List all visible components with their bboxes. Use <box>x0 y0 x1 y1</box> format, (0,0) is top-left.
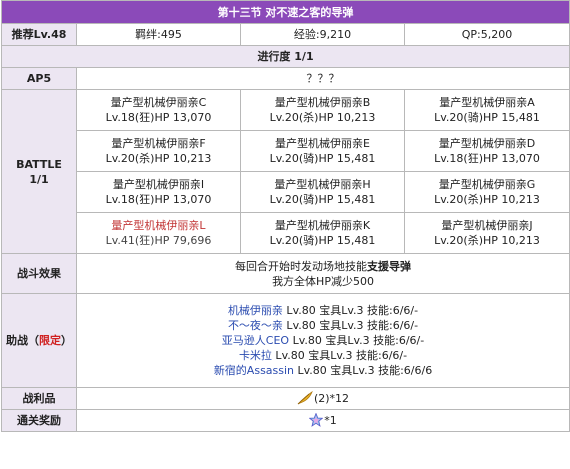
ap-label: AP5 <box>1 67 77 90</box>
reward-text: *1 <box>324 414 337 427</box>
support-servant-link[interactable]: 机械伊丽亲 <box>228 304 283 317</box>
battle-label-line1: BATTLE <box>16 157 62 171</box>
enemy-cell: 量产型机械伊丽亲I Lv.18(狂)HP 13,070 <box>76 171 241 213</box>
info-row: 推荐Lv.48 羁绊:495 经验:9,210 QP:5,200 <box>1 23 570 46</box>
support-item: 新宿的Assassin Lv.80 宝具Lv.3 技能:6/6/6 <box>77 363 569 378</box>
effect-line-1: 每回合开始时发动场地技能支援导弹 <box>77 259 569 274</box>
progress-row: 进行度 1/1 <box>0 45 570 68</box>
enemy-row-2: 量产型机械伊丽亲F Lv.20(杀)HP 10,213 量产型机械伊丽亲E Lv.2… <box>2 130 570 172</box>
enemy-stat: Lv.20(杀)HP 10,213 <box>105 152 212 165</box>
enemy-stat: Lv.20(杀)HP 10,213 <box>434 193 540 206</box>
boss-enemy-name: 量产型机械伊丽亲L <box>111 219 206 232</box>
recommend-level: 推荐Lv.48 <box>1 23 77 46</box>
ap-row: AP5 ？？？ <box>1 67 570 90</box>
enemy-cell: 量产型机械伊丽亲J Lv.20(杀)HP 10,213 <box>403 212 570 254</box>
enemy-cell: 量产型机械伊丽亲D Lv.18(狂)HP 13,070 <box>403 130 570 172</box>
loot-label: 战利品 <box>1 387 77 410</box>
enemy-row-4: 量产型机械伊丽亲L Lv.41(狂)HP 79,696 量产型机械伊丽亲K Lv.2… <box>2 212 570 254</box>
enemy-name: 量产型机械伊丽亲K <box>274 219 371 232</box>
loot-content: (2)*12 <box>75 387 570 410</box>
enemy-cell: 量产型机械伊丽亲C Lv.18(狂)HP 13,070 <box>76 89 241 131</box>
support-item: 亚马逊人CEO Lv.80 宝具Lv.3 技能:6/6/- <box>77 333 569 348</box>
effect-label: 战斗效果 <box>1 253 77 294</box>
progress-label: 进行度 1/1 <box>0 45 570 68</box>
enemy-name: 量产型机械伊丽亲A <box>439 96 535 109</box>
enemy-stat: Lv.20(骑)HP 15,481 <box>269 152 376 165</box>
effect-line-1-text: 每回合开始时发动场地技能 <box>235 259 368 273</box>
reward-label: 通关奖励 <box>1 409 77 432</box>
enemy-row-3: 量产型机械伊丽亲I Lv.18(狂)HP 13,070 量产型机械伊丽亲H Lv.2… <box>2 171 570 213</box>
bond-value: 羁绊:495 <box>76 23 241 46</box>
feather-icon[interactable] <box>297 391 313 405</box>
support-servant-link[interactable]: 亚马逊人CEO <box>222 334 289 347</box>
quest-table: 第十三节 对不速之客的导弹 推荐Lv.48 羁绊:495 经验:9,210 QP… <box>0 0 570 432</box>
enemy-name: 量产型机械伊丽亲D <box>438 137 536 150</box>
saint-quartz-icon[interactable] <box>309 413 324 427</box>
enemy-name: 量产型机械伊丽亲C <box>110 96 207 109</box>
enemy-cell: 量产型机械伊丽亲G Lv.20(杀)HP 10,213 <box>403 171 570 213</box>
effect-line-2: 我方全体HP减少500 <box>272 274 374 288</box>
enemy-name: 量产型机械伊丽亲E <box>275 137 370 150</box>
enemy-name: 量产型机械伊丽亲H <box>274 178 371 191</box>
enemy-name: 量产型机械伊丽亲B <box>274 96 371 109</box>
qp-value: QP:5,200 <box>403 23 570 46</box>
support-item: 机械伊丽亲 Lv.80 宝具Lv.3 技能:6/6/- <box>77 303 569 318</box>
effect-row: 战斗效果 每回合开始时发动场地技能支援导弹 我方全体HP减少500 <box>1 253 570 294</box>
quest-title: 第十三节 对不速之客的导弹 <box>0 0 570 24</box>
boss-enemy-stat: Lv.41(狂)HP 79,696 <box>105 234 212 247</box>
support-label: 助战（限定） <box>1 293 77 388</box>
support-item: 不～夜～亲 Lv.80 宝具Lv.3 技能:6/6/- <box>77 318 569 333</box>
support-servant-link[interactable]: 新宿的Assassin <box>214 364 294 377</box>
enemy-stat: Lv.18(狂)HP 13,070 <box>105 193 212 206</box>
support-servant-link[interactable]: 卡米拉 <box>239 349 272 362</box>
enemy-cell: 量产型机械伊丽亲H Lv.20(骑)HP 15,481 <box>240 171 405 213</box>
enemy-stat: Lv.20(骑)HP 15,481 <box>269 193 376 206</box>
enemy-name: 量产型机械伊丽亲F <box>111 137 206 150</box>
enemy-cell: 量产型机械伊丽亲F Lv.20(杀)HP 10,213 <box>76 130 241 172</box>
enemy-stat: Lv.20(骑)HP 15,481 <box>269 234 376 247</box>
support-detail: Lv.80 宝具Lv.3 技能:6/6/- <box>289 334 425 347</box>
enemy-cell: 量产型机械伊丽亲B Lv.20(杀)HP 10,213 <box>240 89 405 131</box>
enemy-stat: Lv.18(狂)HP 13,070 <box>105 111 212 124</box>
enemy-name: 量产型机械伊丽亲I <box>112 178 205 191</box>
support-label-limited: 限定 <box>39 334 61 347</box>
support-detail: Lv.80 宝具Lv.3 技能:6/6/- <box>271 349 408 362</box>
battle-label-line2: 1/1 <box>29 172 49 186</box>
enemy-stat: Lv.20(杀)HP 10,213 <box>434 234 540 247</box>
boss-enemy-cell: 量产型机械伊丽亲L Lv.41(狂)HP 79,696 <box>76 212 241 254</box>
enemy-row-1: BATTLE 1/1 量产型机械伊丽亲C Lv.18(狂)HP 13,070 量产… <box>1 89 570 254</box>
support-row: 助战（限定） 机械伊丽亲 Lv.80 宝具Lv.3 技能:6/6/- 不～夜～亲… <box>1 293 570 388</box>
enemy-stat: Lv.18(狂)HP 13,070 <box>434 152 540 165</box>
support-detail: Lv.80 宝具Lv.3 技能:6/6/6 <box>294 364 433 377</box>
effect-skill-name: 支援导弹 <box>367 259 412 273</box>
enemy-cell: 量产型机械伊丽亲A Lv.20(骑)HP 15,481 <box>403 89 570 131</box>
support-servant-link[interactable]: 不～夜～亲 <box>228 319 283 332</box>
support-detail: Lv.80 宝具Lv.3 技能:6/6/- <box>282 319 419 332</box>
battle-label: BATTLE 1/1 <box>1 89 77 254</box>
loot-text: (2)*12 <box>313 392 350 405</box>
support-label-c: ） <box>61 334 72 347</box>
support-item: 卡米拉 Lv.80 宝具Lv.3 技能:6/6/- <box>77 348 569 363</box>
exp-value: 经验:9,210 <box>240 23 405 46</box>
reward-content: *1 <box>75 409 570 432</box>
loot-row: 战利品 (2)*12 <box>1 387 570 410</box>
support-list: 机械伊丽亲 Lv.80 宝具Lv.3 技能:6/6/- 不～夜～亲 Lv.80 … <box>75 293 570 388</box>
enemy-stat: Lv.20(骑)HP 15,481 <box>434 111 540 124</box>
enemy-cell: 量产型机械伊丽亲K Lv.20(骑)HP 15,481 <box>240 212 405 254</box>
enemy-stat: Lv.20(杀)HP 10,213 <box>269 111 376 124</box>
enemy-cell: 量产型机械伊丽亲E Lv.20(骑)HP 15,481 <box>240 130 405 172</box>
reward-row: 通关奖励 *1 <box>1 409 570 432</box>
support-detail: Lv.80 宝具Lv.3 技能:6/6/- <box>282 304 419 317</box>
enemy-name: 量产型机械伊丽亲J <box>441 219 533 232</box>
support-label-a: 助战（ <box>6 334 39 347</box>
effect-content: 每回合开始时发动场地技能支援导弹 我方全体HP减少500 <box>75 253 570 294</box>
title-row: 第十三节 对不速之客的导弹 <box>0 0 570 24</box>
ap-value: ？？？ <box>75 67 570 90</box>
enemy-name: 量产型机械伊丽亲G <box>438 178 536 191</box>
